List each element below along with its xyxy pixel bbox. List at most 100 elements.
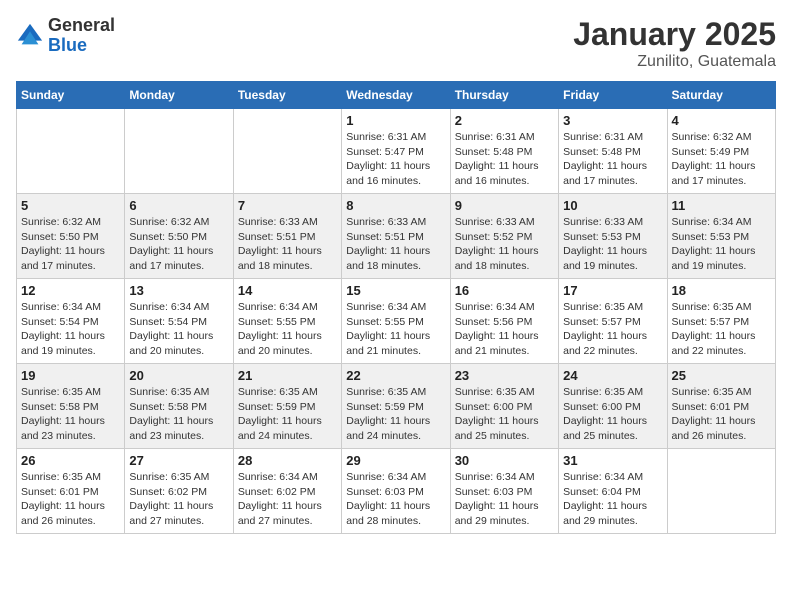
day-number: 20	[129, 368, 228, 383]
day-number: 1	[346, 113, 445, 128]
day-info: Sunrise: 6:34 AM Sunset: 6:03 PM Dayligh…	[346, 470, 445, 529]
calendar-cell: 21 Sunrise: 6:35 AM Sunset: 5:59 PM Dayli…	[233, 364, 341, 449]
calendar-cell: 31 Sunrise: 6:34 AM Sunset: 6:04 PM Dayli…	[559, 449, 667, 534]
day-number: 5	[21, 198, 120, 213]
day-number: 17	[563, 283, 662, 298]
calendar-cell: 26 Sunrise: 6:35 AM Sunset: 6:01 PM Dayli…	[17, 449, 125, 534]
calendar-cell: 8 Sunrise: 6:33 AM Sunset: 5:51 PM Daylig…	[342, 194, 450, 279]
calendar-cell: 28 Sunrise: 6:34 AM Sunset: 6:02 PM Dayli…	[233, 449, 341, 534]
calendar-cell	[125, 109, 233, 194]
day-number: 18	[672, 283, 771, 298]
day-info: Sunrise: 6:34 AM Sunset: 5:54 PM Dayligh…	[129, 300, 228, 359]
calendar-cell: 6 Sunrise: 6:32 AM Sunset: 5:50 PM Daylig…	[125, 194, 233, 279]
calendar-cell	[233, 109, 341, 194]
day-number: 2	[455, 113, 554, 128]
weekday-header: Sunday	[17, 82, 125, 109]
calendar-cell: 7Sunrise: 6:33 AM Sunset: 5:51 PM Daylig…	[233, 194, 341, 279]
day-number: 12	[21, 283, 120, 298]
day-info: Sunrise: 6:31 AM Sunset: 5:48 PM Dayligh…	[563, 130, 662, 189]
day-info: Sunrise: 6:35 AM Sunset: 5:57 PM Dayligh…	[672, 300, 771, 359]
day-number: 6	[129, 198, 228, 213]
day-number: 26	[21, 453, 120, 468]
day-info: Sunrise: 6:32 AM Sunset: 5:50 PM Dayligh…	[21, 215, 120, 274]
calendar-cell: 4Sunrise: 6:32 AM Sunset: 5:49 PM Daylig…	[667, 109, 775, 194]
day-info: Sunrise: 6:35 AM Sunset: 6:01 PM Dayligh…	[21, 470, 120, 529]
day-number: 3	[563, 113, 662, 128]
day-number: 22	[346, 368, 445, 383]
day-info: Sunrise: 6:35 AM Sunset: 5:59 PM Dayligh…	[346, 385, 445, 444]
day-info: Sunrise: 6:34 AM Sunset: 6:04 PM Dayligh…	[563, 470, 662, 529]
day-number: 7	[238, 198, 337, 213]
calendar-cell: 23Sunrise: 6:35 AM Sunset: 6:00 PM Dayli…	[450, 364, 558, 449]
calendar-week-row: 5 Sunrise: 6:32 AM Sunset: 5:50 PM Daylig…	[17, 194, 776, 279]
logo-general: General	[48, 16, 115, 36]
day-number: 24	[563, 368, 662, 383]
calendar-cell: 14Sunrise: 6:34 AM Sunset: 5:55 PM Dayli…	[233, 279, 341, 364]
day-number: 15	[346, 283, 445, 298]
day-info: Sunrise: 6:35 AM Sunset: 6:00 PM Dayligh…	[563, 385, 662, 444]
day-number: 31	[563, 453, 662, 468]
calendar-cell: 13 Sunrise: 6:34 AM Sunset: 5:54 PM Dayli…	[125, 279, 233, 364]
day-number: 8	[346, 198, 445, 213]
weekday-header-row: SundayMondayTuesdayWednesdayThursdayFrid…	[17, 82, 776, 109]
weekday-header: Saturday	[667, 82, 775, 109]
day-number: 28	[238, 453, 337, 468]
day-info: Sunrise: 6:33 AM Sunset: 5:52 PM Dayligh…	[455, 215, 554, 274]
calendar-week-row: 26 Sunrise: 6:35 AM Sunset: 6:01 PM Dayli…	[17, 449, 776, 534]
calendar-cell: 15 Sunrise: 6:34 AM Sunset: 5:55 PM Dayli…	[342, 279, 450, 364]
calendar-cell: 19Sunrise: 6:35 AM Sunset: 5:58 PM Dayli…	[17, 364, 125, 449]
day-number: 16	[455, 283, 554, 298]
day-number: 13	[129, 283, 228, 298]
calendar-week-row: 19 Sunrise: 6:35 AM Sunset: 5:58 PM Dayli…	[17, 364, 776, 449]
day-number: 11	[672, 198, 771, 213]
day-info: Sunrise: 6:34 AM Sunset: 6:03 PM Dayligh…	[455, 470, 554, 529]
day-info: Sunrise: 6:35 AM Sunset: 6:02 PM Dayligh…	[129, 470, 228, 529]
day-info: Sunrise: 6:34 AM Sunset: 5:55 PM Dayligh…	[238, 300, 337, 359]
day-number: 23	[455, 368, 554, 383]
calendar-cell: 29 Sunrise: 6:34 AM Sunset: 6:03 PM Dayli…	[342, 449, 450, 534]
day-info: Sunrise: 6:33 AM Sunset: 5:51 PM Dayligh…	[346, 215, 445, 274]
calendar-cell: 11Sunrise: 6:34 AM Sunset: 5:53 PM Dayli…	[667, 194, 775, 279]
location: Zunilito, Guatemala	[573, 53, 776, 71]
calendar-cell: 24 Sunrise: 6:35 AM Sunset: 6:00 PM Dayli…	[559, 364, 667, 449]
calendar-week-row: 12 Sunrise: 6:34 AM Sunset: 5:54 PM Dayli…	[17, 279, 776, 364]
day-number: 29	[346, 453, 445, 468]
day-info: Sunrise: 6:35 AM Sunset: 5:58 PM Dayligh…	[129, 385, 228, 444]
calendar-week-row: 1 Sunrise: 6:31 AM Sunset: 5:47 PM Daylig…	[17, 109, 776, 194]
day-number: 27	[129, 453, 228, 468]
logo-icon	[16, 22, 44, 50]
day-info: Sunrise: 6:33 AM Sunset: 5:53 PM Dayligh…	[563, 215, 662, 274]
day-number: 25	[672, 368, 771, 383]
calendar-cell: 22 Sunrise: 6:35 AM Sunset: 5:59 PM Dayli…	[342, 364, 450, 449]
day-info: Sunrise: 6:35 AM Sunset: 6:01 PM Dayligh…	[672, 385, 771, 444]
day-number: 30	[455, 453, 554, 468]
weekday-header: Monday	[125, 82, 233, 109]
day-info: Sunrise: 6:35 AM Sunset: 5:59 PM Dayligh…	[238, 385, 337, 444]
calendar-cell	[17, 109, 125, 194]
day-info: Sunrise: 6:34 AM Sunset: 5:55 PM Dayligh…	[346, 300, 445, 359]
day-info: Sunrise: 6:34 AM Sunset: 6:02 PM Dayligh…	[238, 470, 337, 529]
day-number: 19	[21, 368, 120, 383]
weekday-header: Friday	[559, 82, 667, 109]
calendar-cell: 16 Sunrise: 6:34 AM Sunset: 5:56 PM Dayli…	[450, 279, 558, 364]
calendar-cell: 1 Sunrise: 6:31 AM Sunset: 5:47 PM Daylig…	[342, 109, 450, 194]
calendar-cell: 10 Sunrise: 6:33 AM Sunset: 5:53 PM Dayli…	[559, 194, 667, 279]
day-info: Sunrise: 6:35 AM Sunset: 5:57 PM Dayligh…	[563, 300, 662, 359]
day-info: Sunrise: 6:34 AM Sunset: 5:54 PM Dayligh…	[21, 300, 120, 359]
day-number: 4	[672, 113, 771, 128]
calendar-cell: 25 Sunrise: 6:35 AM Sunset: 6:01 PM Dayli…	[667, 364, 775, 449]
calendar-cell: 27 Sunrise: 6:35 AM Sunset: 6:02 PM Dayli…	[125, 449, 233, 534]
weekday-header: Tuesday	[233, 82, 341, 109]
day-info: Sunrise: 6:31 AM Sunset: 5:47 PM Dayligh…	[346, 130, 445, 189]
calendar: SundayMondayTuesdayWednesdayThursdayFrid…	[16, 81, 776, 534]
page-header: General Blue January 2025 Zunilito, Guat…	[16, 16, 776, 71]
calendar-cell: 18 Sunrise: 6:35 AM Sunset: 5:57 PM Dayli…	[667, 279, 775, 364]
day-number: 9	[455, 198, 554, 213]
logo-text: General Blue	[48, 16, 115, 56]
day-number: 10	[563, 198, 662, 213]
calendar-cell: 17 Sunrise: 6:35 AM Sunset: 5:57 PM Dayli…	[559, 279, 667, 364]
day-info: Sunrise: 6:32 AM Sunset: 5:50 PM Dayligh…	[129, 215, 228, 274]
day-info: Sunrise: 6:34 AM Sunset: 5:56 PM Dayligh…	[455, 300, 554, 359]
day-number: 21	[238, 368, 337, 383]
calendar-cell: 3 Sunrise: 6:31 AM Sunset: 5:48 PM Daylig…	[559, 109, 667, 194]
